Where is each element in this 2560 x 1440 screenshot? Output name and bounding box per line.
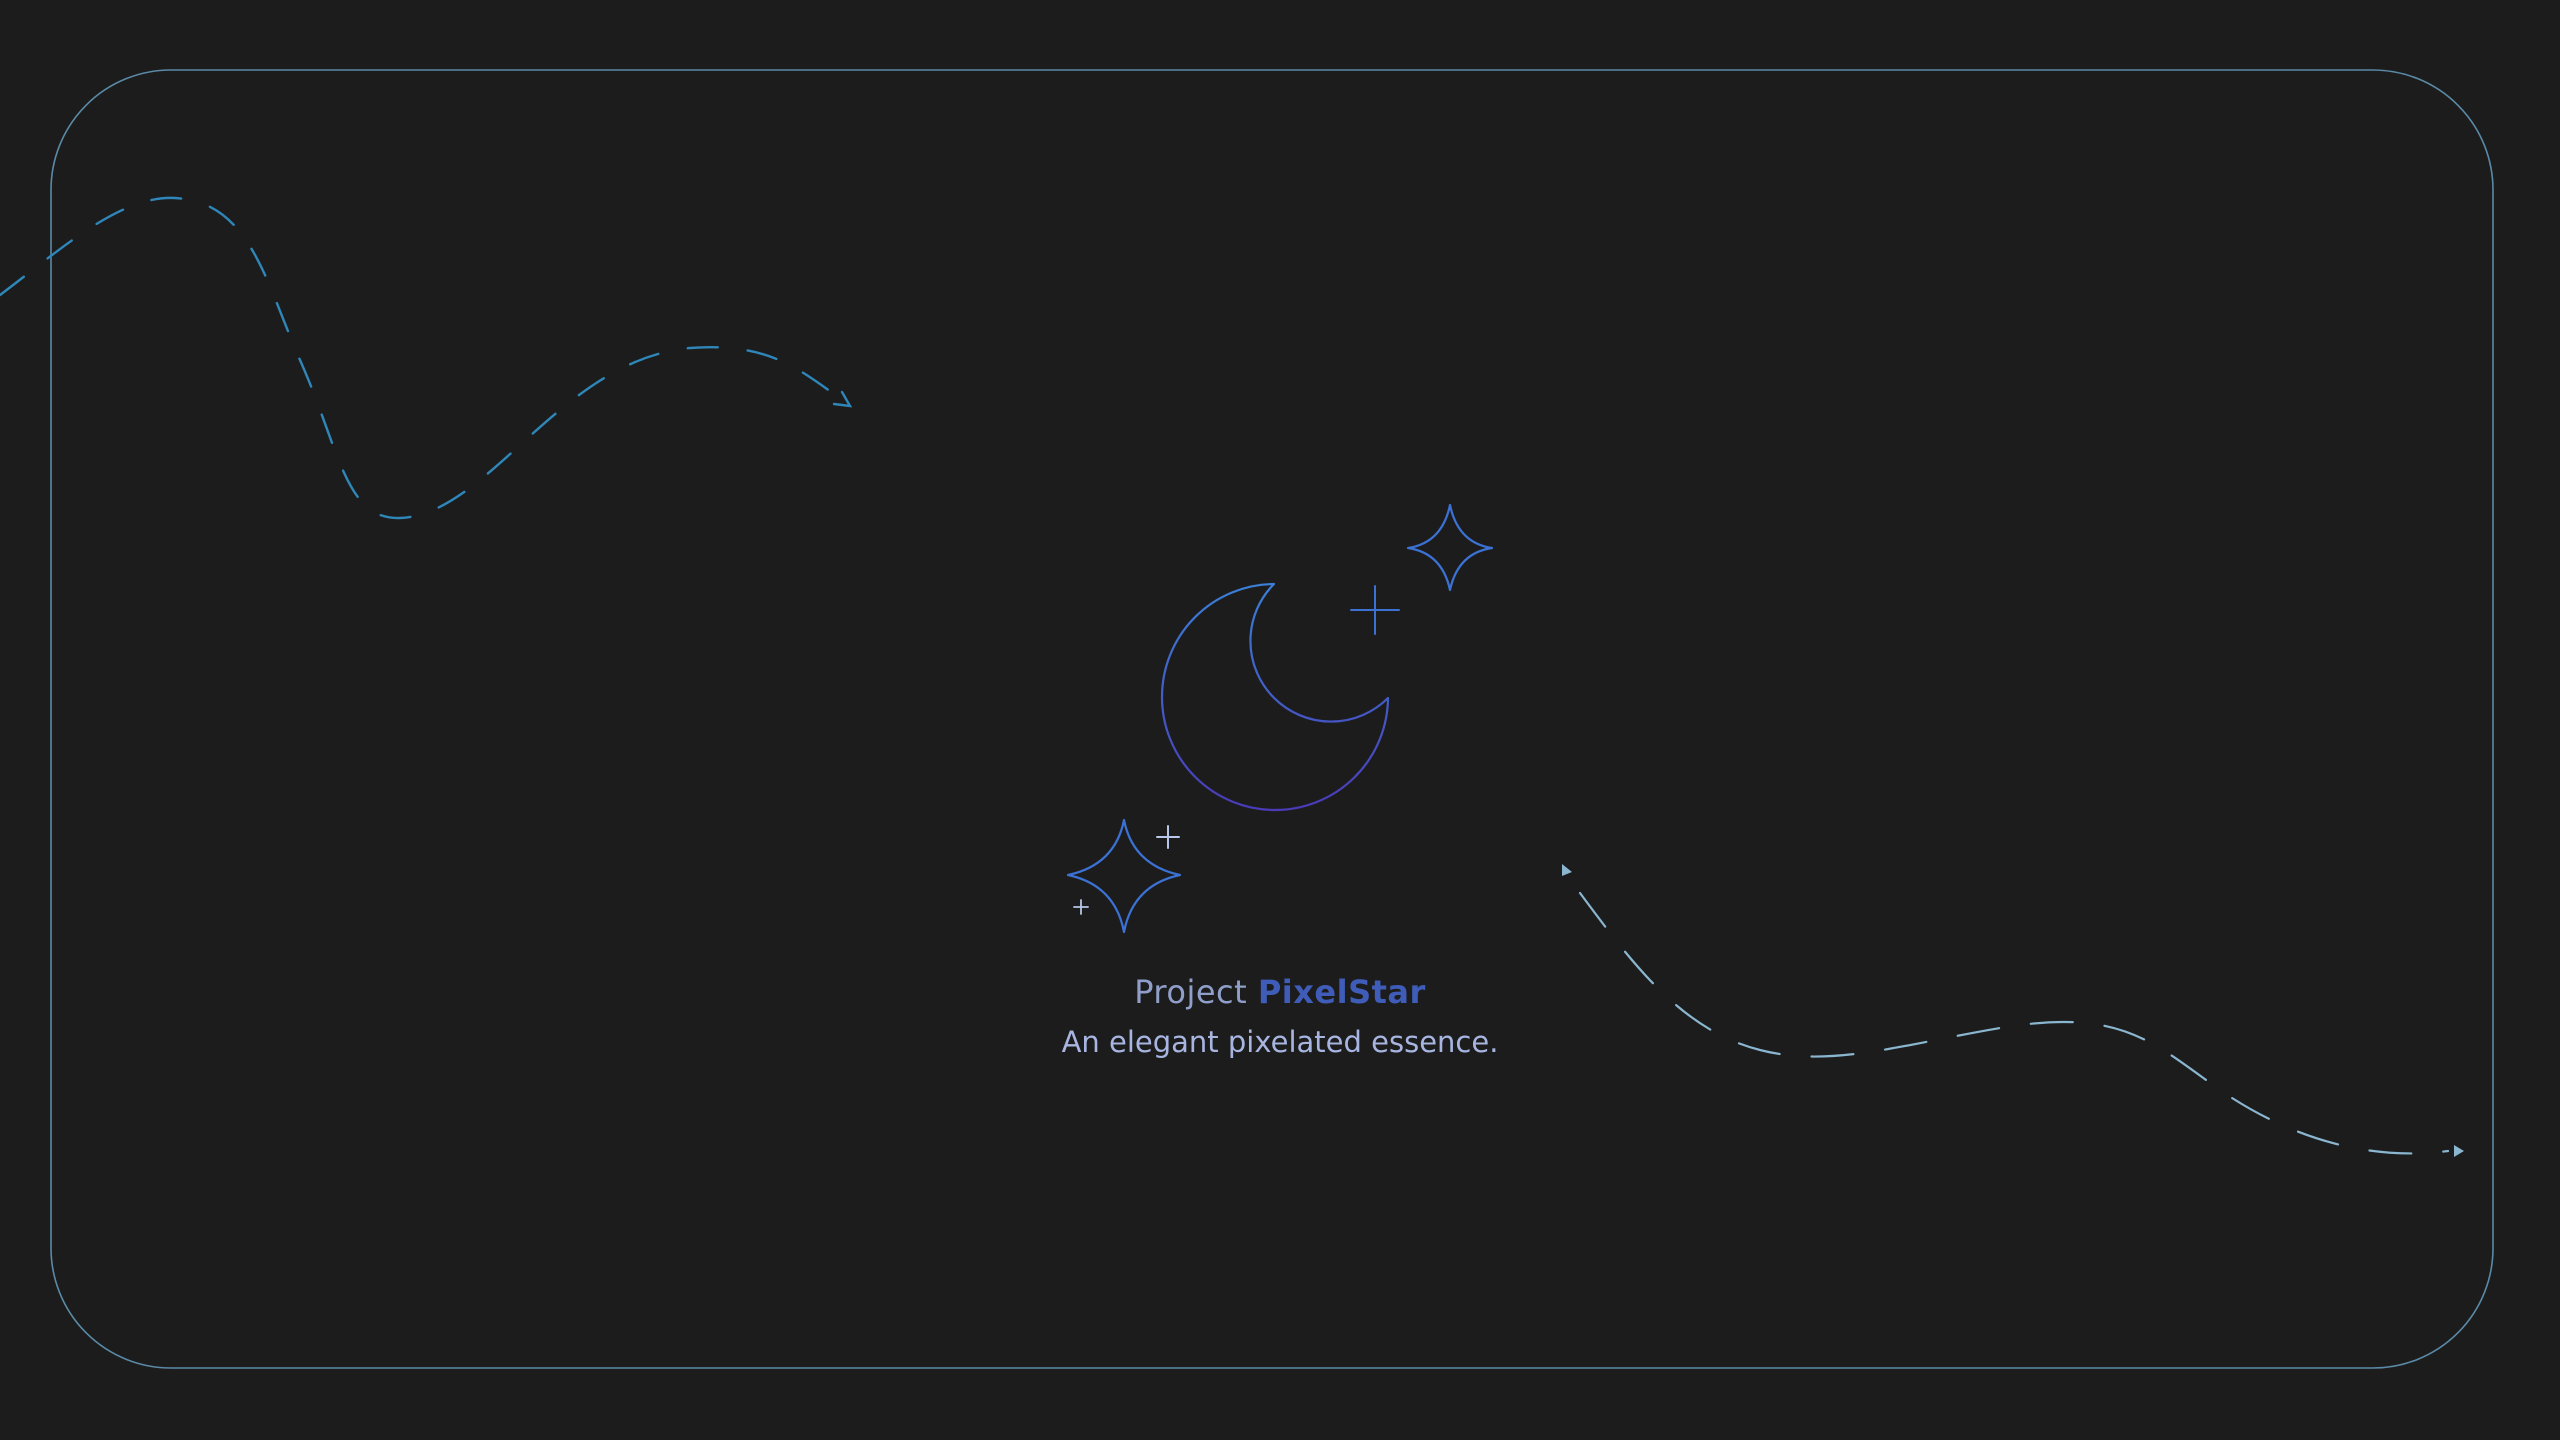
tagline: An elegant pixelated essence. bbox=[1061, 1025, 1499, 1059]
dashed-wave-top-left bbox=[0, 196, 853, 520]
plus-sparkle-icon bbox=[1156, 825, 1180, 849]
arrowhead-top bbox=[832, 390, 853, 408]
plus-sparkle-icon bbox=[1073, 899, 1089, 915]
title-prefix: Project bbox=[1134, 973, 1248, 1011]
brand-name: PixelStar bbox=[1257, 973, 1426, 1011]
splash-artwork bbox=[0, 69, 2494, 1369]
app-title: Project PixelStar bbox=[0, 970, 2560, 1014]
arrowhead-end bbox=[2454, 1145, 2464, 1157]
splash-screen: Project PixelStar An elegant pixelated e… bbox=[0, 0, 2560, 1440]
rounded-frame bbox=[50, 69, 2494, 1369]
four-point-star-icon bbox=[1406, 503, 1494, 592]
arrowhead-start bbox=[1562, 864, 1572, 876]
crescent-moon-icon bbox=[1160, 582, 1390, 812]
plus-sparkle-icon bbox=[1350, 585, 1400, 635]
